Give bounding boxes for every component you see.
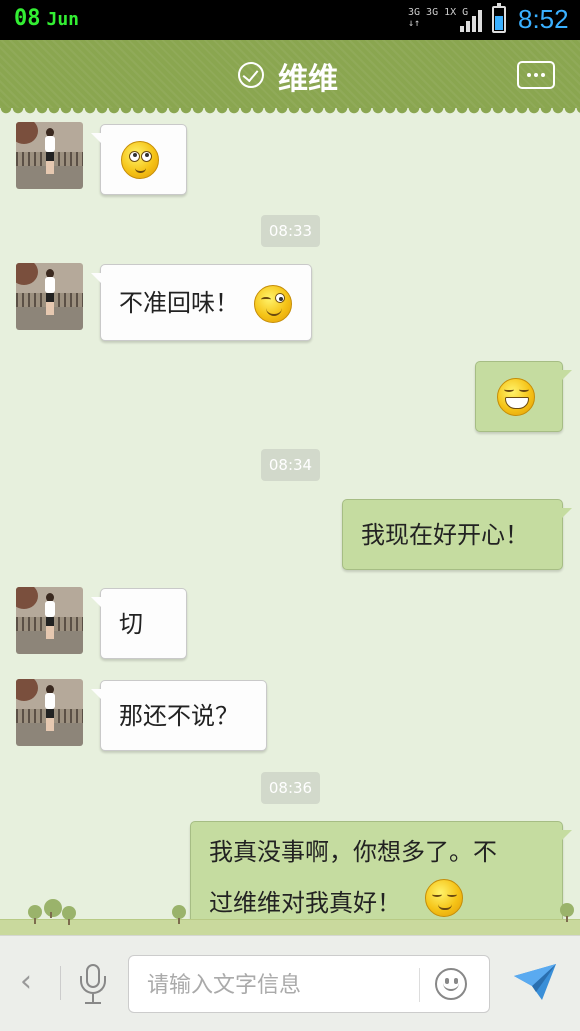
contact-avatar[interactable] [16,122,83,189]
status-month: Jun [46,9,80,30]
input-bar: ‹ [0,935,580,1031]
smiley-icon[interactable] [435,968,467,1000]
chat-header: 维维 [0,40,580,114]
status-time: 8:52 [518,4,569,34]
message-input[interactable] [147,968,417,1002]
rolling-eyes-emoji [121,141,159,179]
microphone-icon[interactable] [80,964,106,1008]
chevron-left-icon[interactable]: ‹ [20,964,32,999]
message-text: 那还不说？ [119,702,239,730]
message-text: 切 [119,610,143,638]
message-text: 我现在好开心！ [361,521,529,549]
message-text-line1: 我真没事啊，你想多了。不 [209,838,497,866]
status-date: 08 Jun [14,6,79,31]
landscape-decoration [0,899,580,935]
message-bubble-received[interactable]: 切 [91,588,187,659]
grin-emoji [497,378,535,416]
check-circle-icon [238,62,264,88]
message-text: 不准回味！ [119,289,239,317]
message-bubble-sent[interactable]: 我现在好开心！ [342,499,572,570]
message-field[interactable] [128,955,490,1013]
status-bar: 08 Jun 3G 3G 1X G ↓↑ 8:52 [0,0,580,40]
timestamp: 08:34 [261,449,320,481]
contact-avatar[interactable] [16,587,83,654]
message-bubble-received[interactable]: 不准回味！ [91,264,312,341]
chat-title: 维维 [278,62,338,97]
timestamp: 08:33 [261,215,320,247]
timestamp: 08:36 [261,772,320,804]
message-bubble-sent[interactable] [475,361,572,432]
divider [60,966,61,1000]
contact-avatar[interactable] [16,679,83,746]
chat-area[interactable]: 08:33 不准回味！ 08:34 我现在好开心！ 切 那还不说？ 08:36 … [0,108,580,935]
signal-icon [460,10,484,32]
status-day: 08 [14,6,41,31]
battery-icon [492,3,506,33]
more-icon[interactable] [517,61,555,89]
contact-avatar[interactable] [16,263,83,330]
send-icon[interactable] [512,962,558,1002]
wink-emoji [254,285,292,323]
message-bubble-received[interactable] [91,124,187,195]
message-bubble-received[interactable]: 那还不说？ [91,680,267,751]
divider [419,968,420,1002]
